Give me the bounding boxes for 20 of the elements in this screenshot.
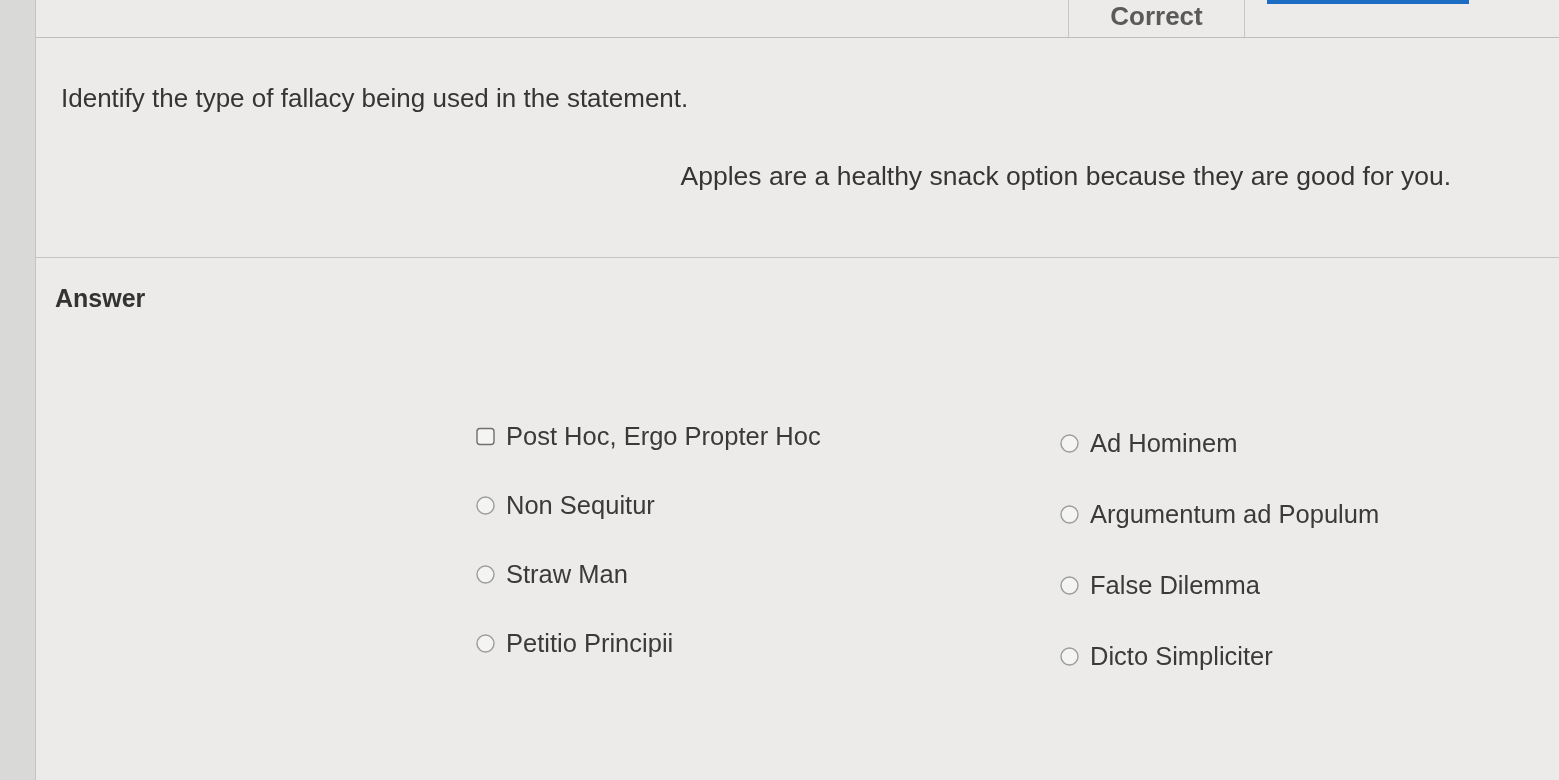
checkbox-icon[interactable] [476, 427, 495, 446]
answer-option[interactable]: Straw Man [476, 560, 1060, 589]
answer-option[interactable]: Argumentum ad Populum [1060, 500, 1559, 529]
radio-icon[interactable] [476, 565, 495, 584]
answer-option[interactable]: Dicto Simpliciter [1060, 642, 1559, 671]
radio-icon[interactable] [476, 634, 495, 653]
status-label: Correct [1068, 0, 1245, 37]
radio-icon[interactable] [1060, 434, 1079, 453]
radio-icon[interactable] [1060, 576, 1079, 595]
radio-icon[interactable] [1060, 647, 1079, 666]
answer-option[interactable]: Post Hoc, Ergo Propter Hoc [476, 422, 1060, 451]
question-prompt: Identify the type of fallacy being used in the statement. [61, 82, 690, 114]
answer-option[interactable]: False Dilemma [1060, 571, 1559, 600]
answer-heading: Answer [55, 283, 147, 313]
radio-icon[interactable] [1060, 505, 1079, 524]
radio-icon[interactable] [476, 496, 495, 515]
question-statement: Apples are a healthy snack option because they are good for you. [679, 160, 1451, 192]
answer-option[interactable]: Petitio Principii [476, 629, 1060, 658]
answer-option[interactable]: Ad Hominem [1060, 429, 1559, 458]
answer-option[interactable]: Non Sequitur [476, 491, 1060, 520]
